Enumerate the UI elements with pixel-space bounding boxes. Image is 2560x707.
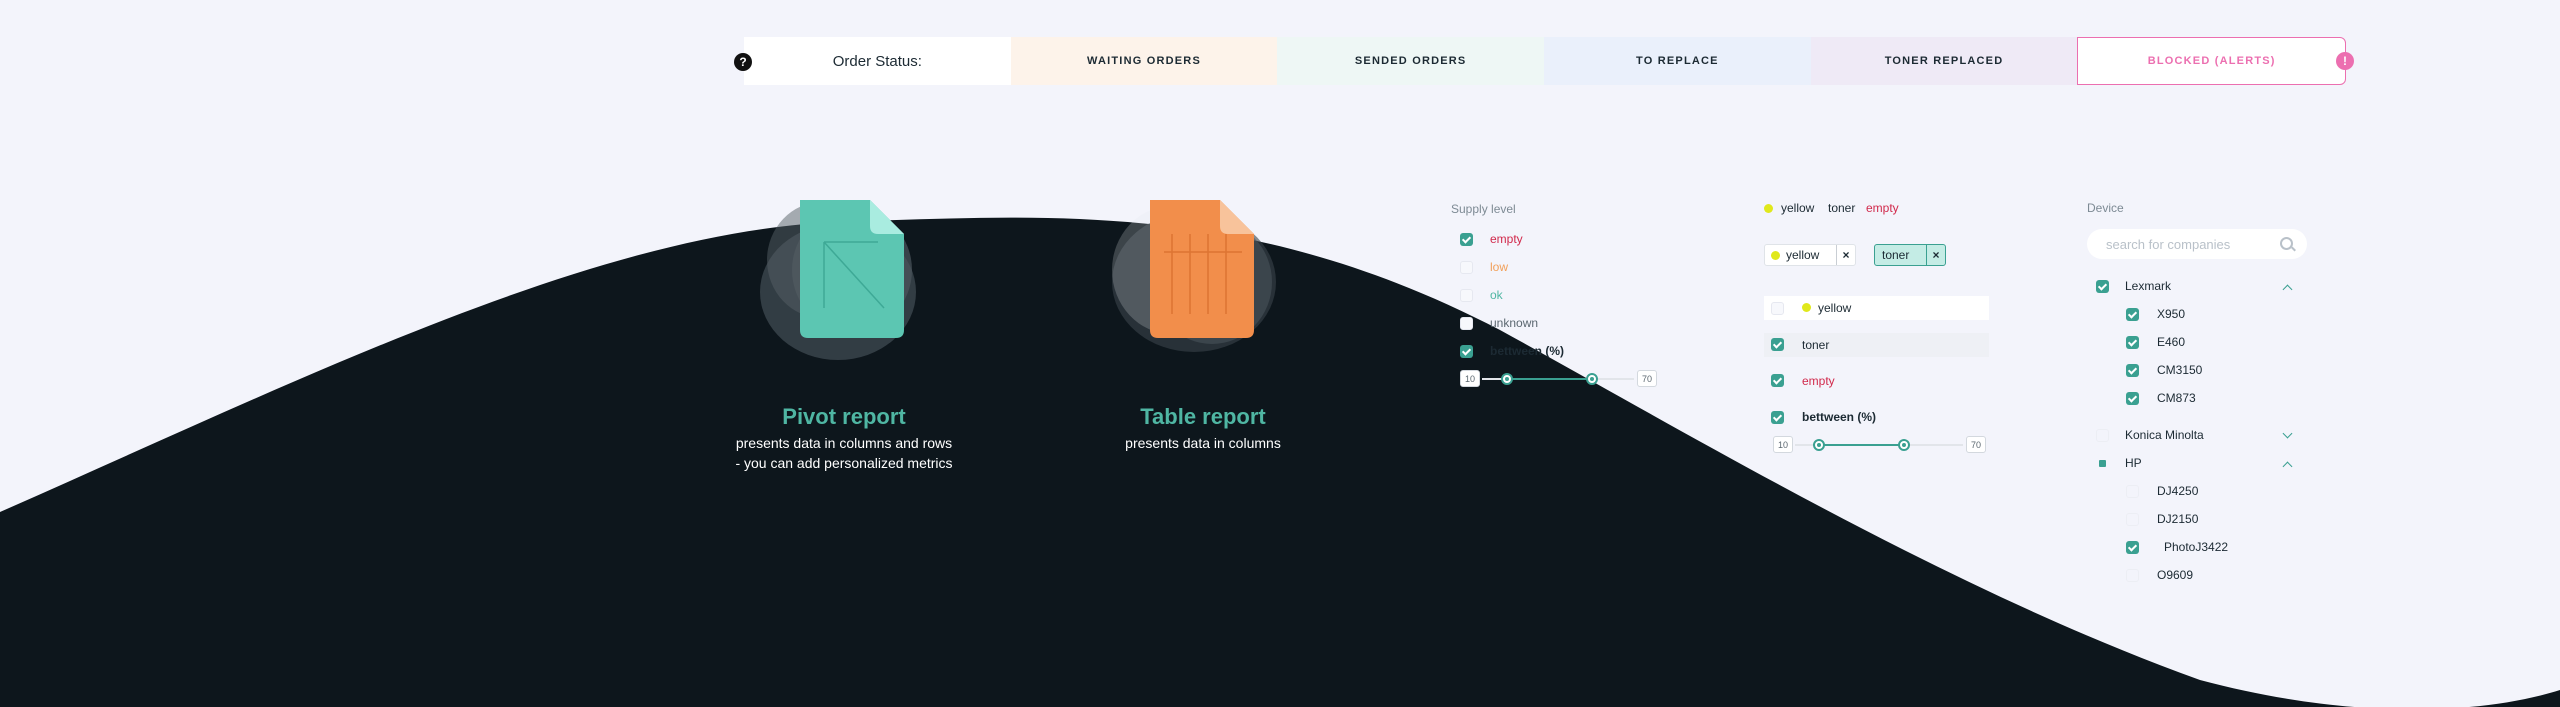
device-dj4250-checkbox[interactable] [2126,485,2139,498]
close-icon[interactable]: × [1926,245,1945,265]
supply-empty-checkbox[interactable] [1460,233,1473,246]
filter-range-min-handle[interactable] [1813,439,1825,451]
pivot-report-card[interactable] [752,190,942,360]
device-e460-label[interactable]: E460 [2157,335,2185,349]
pivot-report-desc-line: presents data in columns and rows [735,435,953,451]
close-icon[interactable]: × [1836,245,1855,265]
table-report-description: presents data in columns [1043,433,1363,453]
filter-yellow-checkbox[interactable] [1771,302,1784,315]
filter-toner-checkbox[interactable] [1771,338,1784,351]
filter-between-checkbox[interactable] [1771,411,1784,424]
device-lexmark-label[interactable]: Lexmark [2125,279,2171,293]
device-x950-checkbox[interactable] [2126,308,2139,321]
device-o9609-label[interactable]: O9609 [2157,568,2193,582]
device-e460-checkbox[interactable] [2126,336,2139,349]
filter-empty-checkbox[interactable] [1771,374,1784,387]
device-konica-checkbox[interactable] [2096,429,2109,442]
company-search [2087,229,2307,259]
chip-yellow-label: yellow [1786,248,1820,262]
supply-unknown-label[interactable]: unknown [1490,316,1538,330]
device-hp-checkbox[interactable] [2096,457,2109,470]
supply-between-label[interactable]: bettween (%) [1490,344,1564,358]
device-hp-label[interactable]: HP [2125,456,2142,470]
supply-ok-label[interactable]: ok [1490,288,1503,302]
supply-empty-label[interactable]: empty [1490,232,1523,246]
search-icon[interactable] [2280,237,2293,250]
filter-row-yellow[interactable] [1764,296,1989,320]
supply-range-min-handle[interactable] [1501,373,1513,385]
filter-row-toner[interactable] [1764,333,1989,357]
chip-toner: toner × [1874,244,1946,266]
pivot-document-icon [800,200,904,338]
supply-range-max[interactable]: 70 [1637,370,1657,387]
supply-between-checkbox[interactable] [1460,345,1473,358]
device-cm3150-label[interactable]: CM3150 [2157,363,2202,377]
table-report-card[interactable] [1102,190,1302,360]
device-konica-label[interactable]: Konica Minolta [2125,428,2204,442]
tab-sended-orders[interactable]: SENDED ORDERS [1277,37,1545,85]
order-status-bar: Order Status: WAITING ORDERS SENDED ORDE… [744,37,2347,85]
filter-toner-label[interactable]: toner [1802,338,1829,352]
filter-summary-level: empty [1866,201,1899,215]
filter-range-fill [1819,444,1904,446]
table-report-title[interactable]: Table report [1043,404,1363,430]
device-dj2150-label[interactable]: DJ2150 [2157,512,2198,526]
filter-summary-color: yellow [1781,201,1815,215]
filter-empty-label[interactable]: empty [1802,374,1835,388]
yellow-dot-icon [1764,204,1773,213]
supply-low-checkbox[interactable] [1460,261,1473,274]
supply-range-min[interactable]: 10 [1460,370,1480,387]
device-dj4250-label[interactable]: DJ4250 [2157,484,2198,498]
filter-summary-type: toner [1828,201,1856,215]
supply-range-max-handle[interactable] [1586,373,1598,385]
pivot-report-description: presents data in columns and rows - you … [684,433,1004,473]
device-photoj3422-label[interactable]: PhotoJ3422 [2164,540,2228,554]
pivot-report-desc-line: - you can add personalized metrics [735,455,953,471]
supply-unknown-checkbox[interactable] [1460,317,1473,330]
device-photoj3422-checkbox[interactable] [2126,541,2139,554]
device-label: Device [2087,201,2124,215]
device-lexmark-checkbox[interactable] [2096,280,2109,293]
tab-toner-replaced[interactable]: TONER REPLACED [1810,37,2078,85]
help-icon[interactable]: ? [734,53,752,71]
supply-range-fill [1507,378,1592,380]
tab-to-replace[interactable]: TO REPLACE [1544,37,1811,85]
supply-level-label: Supply level [1451,202,1516,216]
table-report-desc-line: presents data in columns [1125,435,1281,451]
supply-ok-checkbox[interactable] [1460,289,1473,302]
filter-range-min[interactable]: 10 [1773,436,1793,453]
chip-yellow: yellow × [1764,244,1856,266]
alert-icon[interactable]: ! [2336,52,2354,70]
filter-range-max-handle[interactable] [1898,439,1910,451]
yellow-dot-icon [1771,250,1780,260]
pivot-report-title[interactable]: Pivot report [684,404,1004,430]
table-document-icon [1150,200,1254,338]
device-cm873-label[interactable]: CM873 [2157,391,2196,405]
supply-low-label[interactable]: low [1490,260,1508,274]
device-o9609-checkbox[interactable] [2126,569,2139,582]
filter-between-label[interactable]: bettween (%) [1802,410,1876,424]
tab-waiting-orders[interactable]: WAITING ORDERS [1010,37,1278,85]
order-status-title: Order Status: [744,37,1011,85]
device-cm3150-checkbox[interactable] [2126,364,2139,377]
chip-toner-label: toner [1882,248,1910,262]
device-x950-label[interactable]: X950 [2157,307,2185,321]
filter-range-max[interactable]: 70 [1966,436,1986,453]
device-cm873-checkbox[interactable] [2126,392,2139,405]
filter-yellow-label[interactable]: yellow [1818,301,1851,315]
tab-blocked-alerts[interactable]: BLOCKED (ALERTS) [2077,37,2347,85]
yellow-dot-icon [1802,303,1811,312]
device-dj2150-checkbox[interactable] [2126,513,2139,526]
search-input[interactable] [2104,235,2268,253]
